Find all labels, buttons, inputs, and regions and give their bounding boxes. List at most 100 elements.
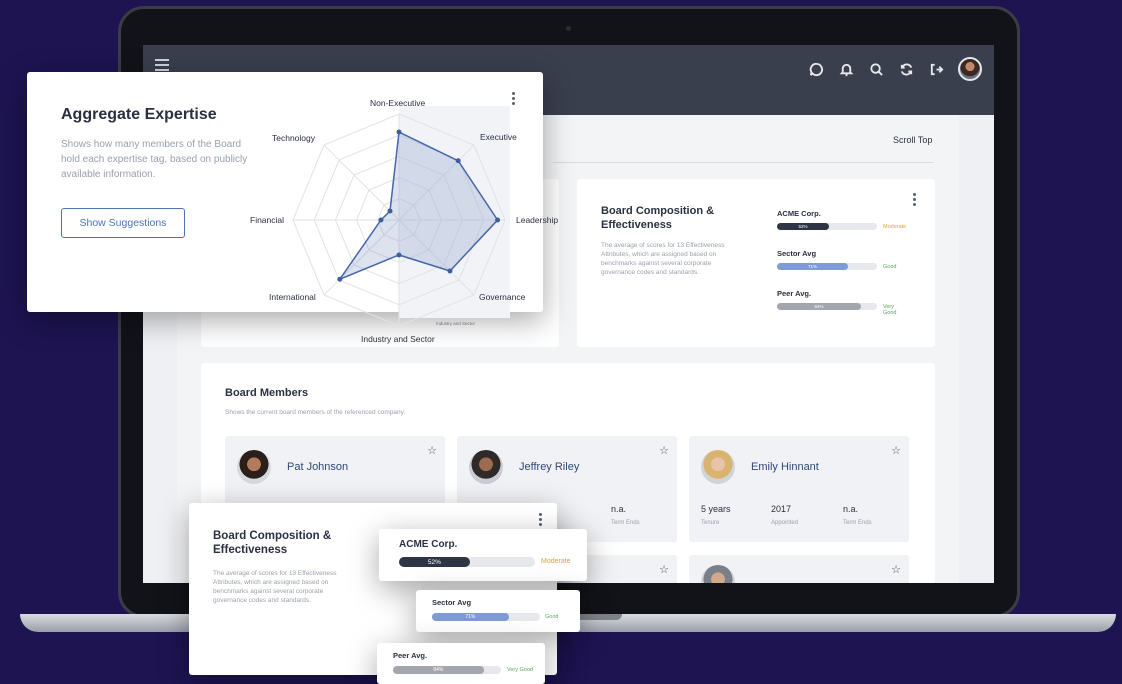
more-options-icon[interactable] — [539, 513, 543, 526]
sector-percent: 71% — [465, 614, 476, 620]
composition-row-track: 84% — [777, 303, 877, 310]
composition-row: ACME Corp. 52% Moderate — [777, 209, 906, 230]
composition-description: The average of scores for 13 Effectivene… — [601, 241, 751, 277]
show-suggestions-button[interactable]: Show Suggestions — [61, 208, 185, 238]
bell-icon[interactable] — [838, 61, 854, 77]
composition-row-status: Good — [883, 264, 897, 270]
more-options-icon[interactable] — [913, 193, 917, 206]
composition-row-fill: 84% — [777, 303, 861, 310]
member-name[interactable]: Jeffrey Riley — [519, 461, 579, 473]
composition-float-title-line2: Effectiveness — [213, 544, 288, 556]
acme-status: Moderate — [541, 558, 571, 565]
board-members-description: Shows the current board members of the r… — [225, 409, 406, 416]
composition-float-desc-line1: The average of scores for 13 Effectivene… — [213, 570, 337, 577]
peer-score-float: Peer Avg. 84% Very Good — [377, 643, 545, 684]
composition-desc-line3: benchmarks against several corporate — [601, 260, 712, 267]
radar-axis-label: Governance — [479, 292, 526, 302]
sector-label: Sector Avg — [432, 598, 472, 607]
composition-row-fill: 71% — [777, 263, 848, 270]
star-icon[interactable]: ☆ — [427, 444, 437, 457]
radar-axis-label: Technology — [272, 133, 316, 143]
term-ends-value: n.a. — [611, 504, 627, 514]
composition-float-desc-line2: Attributes, which are assigned based on — [213, 579, 329, 586]
camera-dot — [566, 26, 571, 31]
composition-row: Peer Avg. 84% Very Good — [777, 289, 896, 316]
divider — [553, 162, 933, 163]
member-name[interactable]: Emily Hinnant — [751, 461, 819, 473]
sector-status: Good — [545, 614, 559, 620]
peer-fill: 84% — [393, 666, 484, 674]
search-icon[interactable] — [868, 61, 884, 77]
aggregate-expertise-card: Aggregate Expertise Shows how many membe… — [27, 72, 543, 312]
star-icon[interactable]: ☆ — [891, 444, 901, 457]
peer-percent: 84% — [433, 667, 444, 673]
member-card-emily-hinnant[interactable]: Emily Hinnant ☆ 5 years Tenure 2017 Appo… — [689, 436, 909, 542]
scroll-top-link[interactable]: Scroll Top — [893, 135, 932, 145]
composition-float-desc-line4: governance codes and standards. — [213, 597, 311, 604]
avatar — [469, 450, 503, 484]
composition-desc-line2: Attributes, which are assigned based on — [601, 251, 717, 258]
peer-track: 84% — [393, 666, 501, 674]
avatar — [701, 450, 735, 484]
term-ends-label: Term Ends — [843, 520, 872, 526]
sector-score-float: Sector Avg 71% Good — [416, 590, 580, 632]
radar-axis-label: Executive — [480, 132, 517, 142]
board-composition-card: Board Composition & Effectiveness The av… — [577, 179, 935, 347]
composition-desc-line1: The average of scores for 13 Effectivene… — [601, 242, 725, 249]
aggregate-description: Shows how many members of the Board hold… — [61, 139, 248, 180]
appointed-value: 2017 — [771, 504, 792, 514]
term-ends-label: Term Ends — [611, 520, 640, 526]
radar-axis-label: Financial — [250, 215, 285, 225]
composition-title-line1: Board Composition & — [601, 205, 715, 217]
acme-score-float: ACME Corp. 52% Moderate — [379, 529, 587, 581]
acme-label: ACME Corp. — [399, 539, 458, 550]
composition-float-description: The average of scores for 13 Effectivene… — [213, 569, 373, 605]
member-name[interactable]: Pat Johnson — [287, 461, 348, 473]
menu-icon[interactable] — [155, 59, 169, 71]
composition-row-track: 71% — [777, 263, 877, 270]
composition-float-desc-line3: benchmarks against several corporate — [213, 588, 324, 595]
radar-axis-label: International — [269, 292, 316, 302]
radar-axis-label: Leadership — [516, 215, 559, 225]
user-avatar[interactable] — [958, 57, 982, 81]
composition-row-status: Moderate — [883, 224, 907, 230]
composition-float-title-line1: Board Composition & — [213, 530, 332, 542]
composition-float-title: Board Composition & Effectiveness — [213, 529, 353, 557]
composition-row: Sector Avg 71% Good — [777, 249, 896, 270]
composition-row-fill: 52% — [777, 223, 829, 230]
avatar — [701, 565, 735, 583]
star-icon[interactable]: ☆ — [891, 563, 901, 576]
acme-track: 52% — [399, 557, 535, 567]
sector-fill: 71% — [432, 613, 509, 621]
appointed-label: Appointed — [771, 520, 799, 526]
peer-label: Peer Avg. — [393, 651, 428, 660]
composition-row-label: Sector Avg — [777, 249, 817, 258]
acme-percent: 52% — [427, 558, 441, 566]
sector-track: 71% — [432, 613, 540, 621]
composition-row-label: ACME Corp. — [777, 209, 821, 218]
aggregate-title: Aggregate Expertise — [61, 106, 217, 123]
composition-row-label: Peer Avg. — [777, 289, 812, 298]
nav-actions — [808, 57, 982, 81]
member-card-row2-b[interactable]: ☆ — [689, 555, 909, 583]
more-options-icon[interactable] — [512, 92, 516, 105]
term-ends-value: n.a. — [843, 504, 859, 514]
peer-status: Very Good — [507, 667, 533, 673]
logout-icon[interactable] — [928, 61, 944, 77]
composition-desc-line4: governance codes and standards. — [601, 269, 699, 276]
composition-title: Board Composition & Effectiveness — [601, 204, 741, 232]
avatar — [237, 450, 271, 484]
composition-row-track: 52% — [777, 223, 877, 230]
tenure-label: Tenure — [701, 520, 720, 526]
tenure-value: 5 years — [701, 504, 731, 514]
board-members-title: Board Members — [225, 387, 309, 399]
radar-axis-label: Non-Executive — [370, 98, 426, 108]
star-icon[interactable]: ☆ — [659, 444, 669, 457]
composition-row-status: Very Good — [883, 304, 897, 316]
chat-icon[interactable] — [808, 61, 824, 77]
star-icon[interactable]: ☆ — [659, 563, 669, 576]
composition-title-line2: Effectiveness — [601, 219, 672, 231]
acme-fill: 52% — [399, 557, 470, 567]
radar-axis-label: Industry and Sector — [361, 334, 435, 344]
refresh-icon[interactable] — [898, 61, 914, 77]
